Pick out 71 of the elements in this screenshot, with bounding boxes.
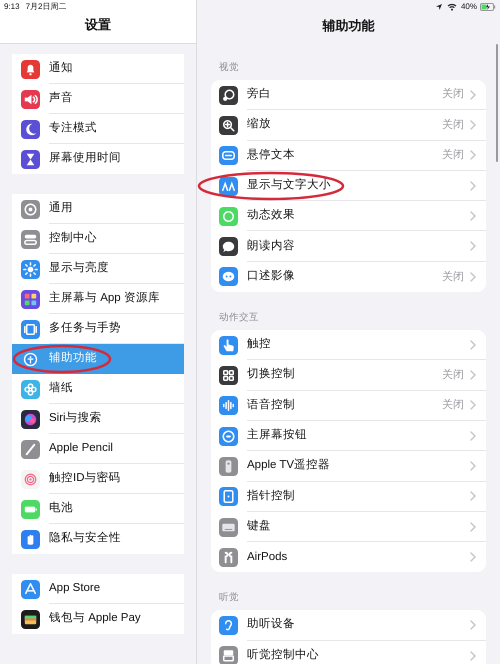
chevron-icon bbox=[470, 430, 476, 441]
battery-charging-icon bbox=[480, 3, 496, 11]
sidebar-title: 设置 bbox=[85, 16, 111, 34]
settings-row[interactable]: 缩放 关闭 bbox=[211, 110, 486, 141]
chevron-icon bbox=[470, 210, 476, 221]
row-label: 口述影像 bbox=[247, 268, 295, 284]
row-label: Apple TV遥控器 bbox=[247, 458, 330, 474]
settings-row[interactable]: 指针控制 bbox=[211, 482, 486, 512]
row-value: 关闭 bbox=[442, 118, 464, 133]
chevron-icon bbox=[470, 272, 476, 282]
section-header: 视觉 bbox=[218, 62, 240, 74]
section-header: 动作交互 bbox=[218, 312, 260, 324]
row-label: 动态效果 bbox=[247, 208, 295, 224]
row-value: 关闭 bbox=[442, 368, 464, 383]
row-label: 听觉控制中心 bbox=[247, 647, 319, 664]
row-value: 关闭 bbox=[442, 148, 464, 163]
row-label: 触控 bbox=[247, 336, 271, 352]
chevron-icon bbox=[470, 460, 476, 471]
location-arrow-icon bbox=[434, 3, 443, 11]
settings-row[interactable]: 触控 bbox=[211, 330, 486, 360]
settings-row[interactable]: 旁白 关闭 bbox=[211, 80, 486, 110]
settings-row[interactable]: Apple TV遥控器 bbox=[211, 451, 486, 482]
row-value: 关闭 bbox=[442, 270, 464, 285]
chevron-icon bbox=[470, 400, 476, 410]
section-header: 听觉 bbox=[218, 592, 240, 604]
chevron-icon bbox=[470, 370, 476, 380]
chevron-icon bbox=[470, 522, 476, 532]
sidebar-item[interactable]: App Store bbox=[12, 574, 184, 604]
row-label: 切换控制 bbox=[247, 366, 295, 382]
settings-row[interactable]: 悬停文本 关闭 bbox=[211, 140, 486, 171]
chevron-icon bbox=[470, 620, 476, 630]
row-label: 旁白 bbox=[247, 86, 271, 102]
settings-row[interactable]: 朗读内容 bbox=[211, 231, 486, 262]
wifi-icon bbox=[446, 3, 457, 11]
row-label: 键盘 bbox=[247, 518, 271, 534]
chevron-icon bbox=[470, 491, 476, 502]
row-value: 关闭 bbox=[442, 398, 464, 414]
settings-row[interactable]: 动态效果 bbox=[211, 201, 486, 232]
settings-row[interactable]: 键盘 bbox=[211, 512, 486, 542]
chevron-icon bbox=[470, 90, 476, 100]
row-label: 助听设备 bbox=[247, 616, 295, 632]
settings-row[interactable]: 主屏幕按钮 bbox=[211, 420, 486, 452]
settings-row[interactable]: 口述影像 关闭 bbox=[211, 262, 486, 292]
row-label: 显示与文字大小 bbox=[247, 177, 331, 193]
settings-row[interactable]: 听觉控制中心 bbox=[211, 640, 486, 664]
sidebar-item[interactable]: 通用 bbox=[12, 194, 184, 224]
row-label: 指针控制 bbox=[247, 488, 295, 504]
chevron-icon bbox=[470, 650, 476, 661]
status-date: 7月2日周二 bbox=[26, 1, 66, 13]
chevron-icon bbox=[470, 180, 476, 191]
row-label: AirPods bbox=[247, 550, 288, 565]
row-label: 主屏幕按钮 bbox=[247, 427, 307, 443]
row-value: 关闭 bbox=[442, 86, 464, 102]
chevron-icon bbox=[470, 340, 476, 350]
chevron-icon bbox=[470, 241, 476, 252]
sidebar-item[interactable]: 通知 bbox=[12, 54, 184, 84]
status-time: 9:13 bbox=[4, 1, 20, 13]
row-label: 缩放 bbox=[247, 116, 271, 132]
page-title: 辅助功能 bbox=[322, 16, 374, 34]
row-label: 悬停文本 bbox=[247, 148, 295, 163]
chevron-icon bbox=[470, 150, 476, 160]
settings-row[interactable]: AirPods bbox=[211, 542, 486, 572]
settings-row[interactable]: 语音控制 关闭 bbox=[211, 390, 486, 421]
settings-row[interactable]: 显示与文字大小 bbox=[211, 170, 486, 202]
chevron-icon bbox=[470, 120, 476, 130]
battery-percent: 40% bbox=[460, 1, 477, 13]
row-label: 朗读内容 bbox=[247, 238, 295, 254]
row-label: 语音控制 bbox=[247, 397, 295, 413]
chevron-icon bbox=[470, 552, 476, 562]
settings-row[interactable]: 切换控制 关闭 bbox=[211, 360, 486, 391]
settings-row[interactable]: 助听设备 bbox=[211, 610, 486, 641]
